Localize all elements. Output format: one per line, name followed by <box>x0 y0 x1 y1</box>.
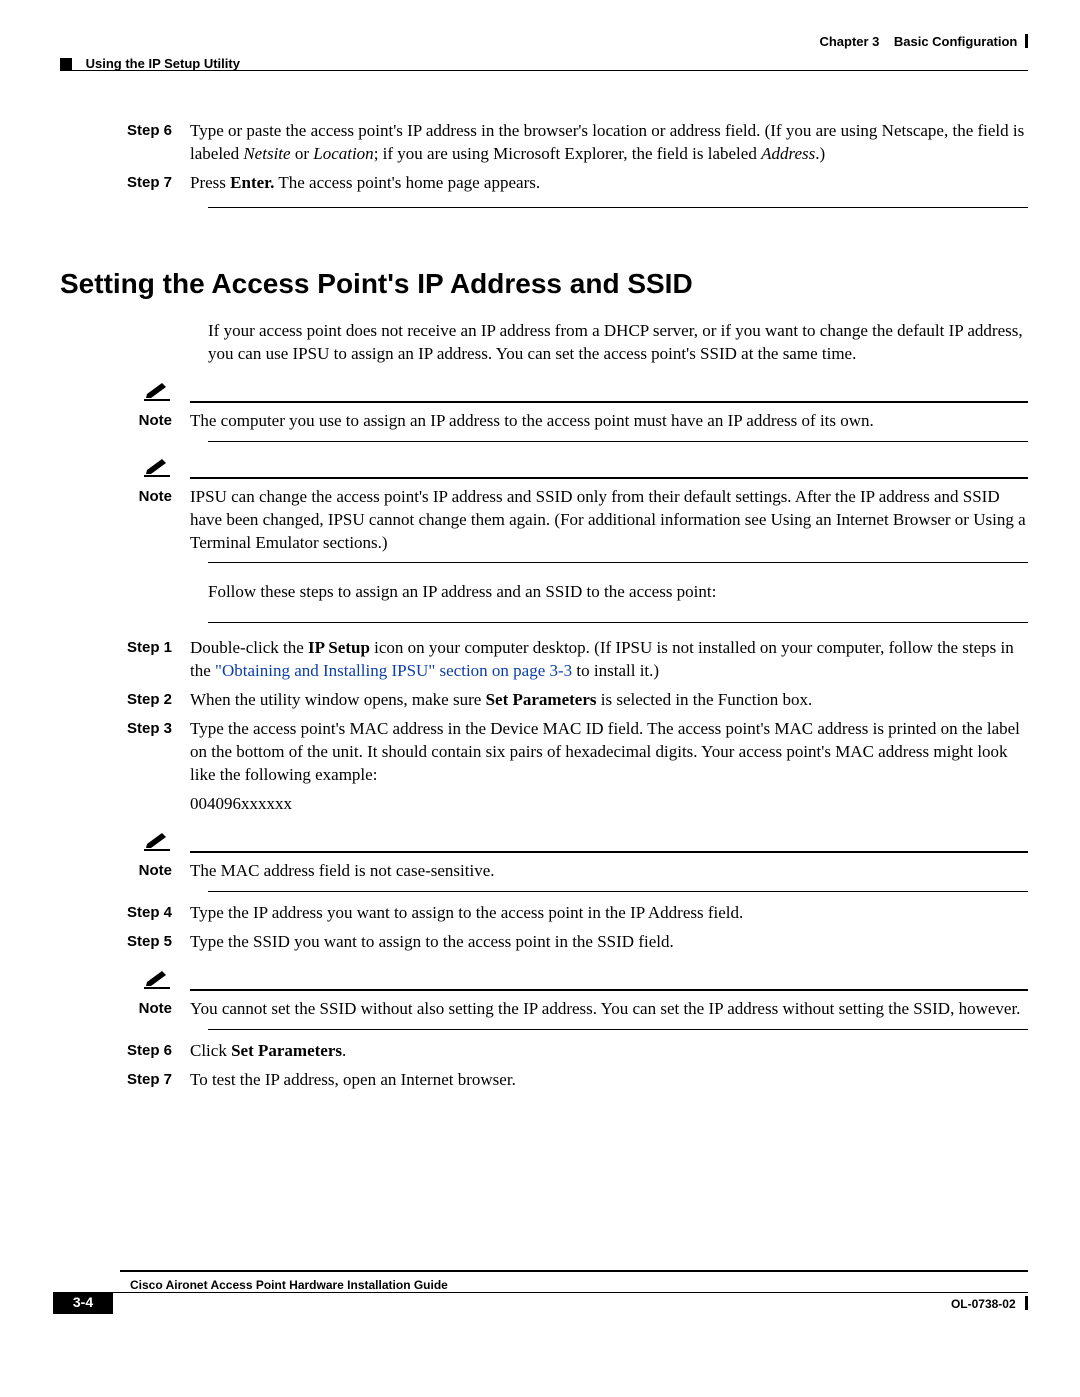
note-body: You cannot set the SSID without also set… <box>190 998 1028 1021</box>
mac-example: 004096xxxxxx <box>190 793 1028 816</box>
page-number: 3-4 <box>53 1294 113 1310</box>
step-row: Step 7 To test the IP address, open an I… <box>60 1069 1028 1092</box>
content: Step 6 Type or paste the access point's … <box>60 120 1028 1098</box>
follow-text: Follow these steps to assign an IP addre… <box>208 581 1028 604</box>
step-row: Step 4 Type the IP address you want to a… <box>60 902 1028 925</box>
note-label: Note <box>60 486 190 555</box>
header-box-icon <box>60 58 72 70</box>
header-left: Using the IP Setup Utility <box>60 56 240 71</box>
step-body: When the utility window opens, make sure… <box>190 689 1028 712</box>
header-line <box>60 70 1028 71</box>
footer-marker-icon <box>1025 1296 1028 1310</box>
step-label: Step 1 <box>60 637 190 683</box>
section-title: Using the IP Setup Utility <box>86 56 240 71</box>
separator-line <box>208 622 1028 623</box>
step-body: Click Set Parameters. <box>190 1040 1028 1063</box>
header-right: Chapter 3 Basic Configuration <box>819 34 1028 49</box>
step-label: Step 2 <box>60 689 190 712</box>
step-label: Step 5 <box>60 931 190 954</box>
note-body: The MAC address field is not case-sensit… <box>190 860 1028 883</box>
step-body: Type or paste the access point's IP addr… <box>190 120 1028 166</box>
step-row: Step 2 When the utility window opens, ma… <box>60 689 1028 712</box>
pencil-icon <box>144 456 170 477</box>
step-body: Type the access point's MAC address in t… <box>190 718 1028 816</box>
footer-guide-title: Cisco Aironet Access Point Hardware Inst… <box>130 1278 448 1292</box>
step-body: Type the SSID you want to assign to the … <box>190 931 1028 954</box>
page-header: Chapter 3 Basic Configuration Using the … <box>60 34 1028 71</box>
header-marker-icon <box>1025 34 1028 48</box>
footer-line <box>120 1270 1028 1272</box>
pencil-icon <box>144 830 170 851</box>
step-label: Step 6 <box>60 1040 190 1063</box>
step-label: Step 7 <box>60 172 190 195</box>
footer-docnum: OL-0738-02 <box>951 1296 1028 1311</box>
step-row: Step 3 Type the access point's MAC addre… <box>60 718 1028 816</box>
note-block: Note IPSU can change the access point's … <box>60 456 1028 564</box>
section-heading: Setting the Access Point's IP Address an… <box>60 268 1028 300</box>
note-block: Note The MAC address field is not case-s… <box>60 830 1028 892</box>
step-label: Step 6 <box>60 120 190 166</box>
page: Chapter 3 Basic Configuration Using the … <box>0 0 1080 1397</box>
note-block: Note You cannot set the SSID without als… <box>60 968 1028 1030</box>
note-body: The computer you use to assign an IP add… <box>190 410 1028 433</box>
step-body: Press Enter. The access point's home pag… <box>190 172 1028 195</box>
step-label: Step 7 <box>60 1069 190 1092</box>
step-body: To test the IP address, open an Internet… <box>190 1069 1028 1092</box>
note-label: Note <box>60 410 190 433</box>
page-number-tab: 3-4 <box>53 1292 113 1314</box>
pencil-icon <box>144 380 170 401</box>
step-row: Step 5 Type the SSID you want to assign … <box>60 931 1028 954</box>
note-body: IPSU can change the access point's IP ad… <box>190 486 1028 555</box>
cross-ref-link[interactable]: "Obtaining and Installing IPSU" section … <box>215 661 572 680</box>
note-block: Note The computer you use to assign an I… <box>60 380 1028 442</box>
step-label: Step 4 <box>60 902 190 925</box>
step-row: Step 6 Type or paste the access point's … <box>60 120 1028 166</box>
step-body: Type the IP address you want to assign t… <box>190 902 1028 925</box>
step-label: Step 3 <box>60 718 190 816</box>
pencil-icon <box>144 968 170 989</box>
note-label: Note <box>60 860 190 883</box>
step-body: Double-click the IP Setup icon on your c… <box>190 637 1028 683</box>
chapter-title: Basic Configuration <box>894 34 1018 49</box>
separator-line <box>208 207 1028 208</box>
step-row: Step 6 Click Set Parameters. <box>60 1040 1028 1063</box>
intro-text: If your access point does not receive an… <box>208 320 1028 366</box>
step-row: Step 1 Double-click the IP Setup icon on… <box>60 637 1028 683</box>
step-row: Step 7 Press Enter. The access point's h… <box>60 172 1028 195</box>
note-label: Note <box>60 998 190 1021</box>
chapter-label: Chapter 3 <box>819 34 879 49</box>
footer-mid-line <box>113 1292 1028 1293</box>
